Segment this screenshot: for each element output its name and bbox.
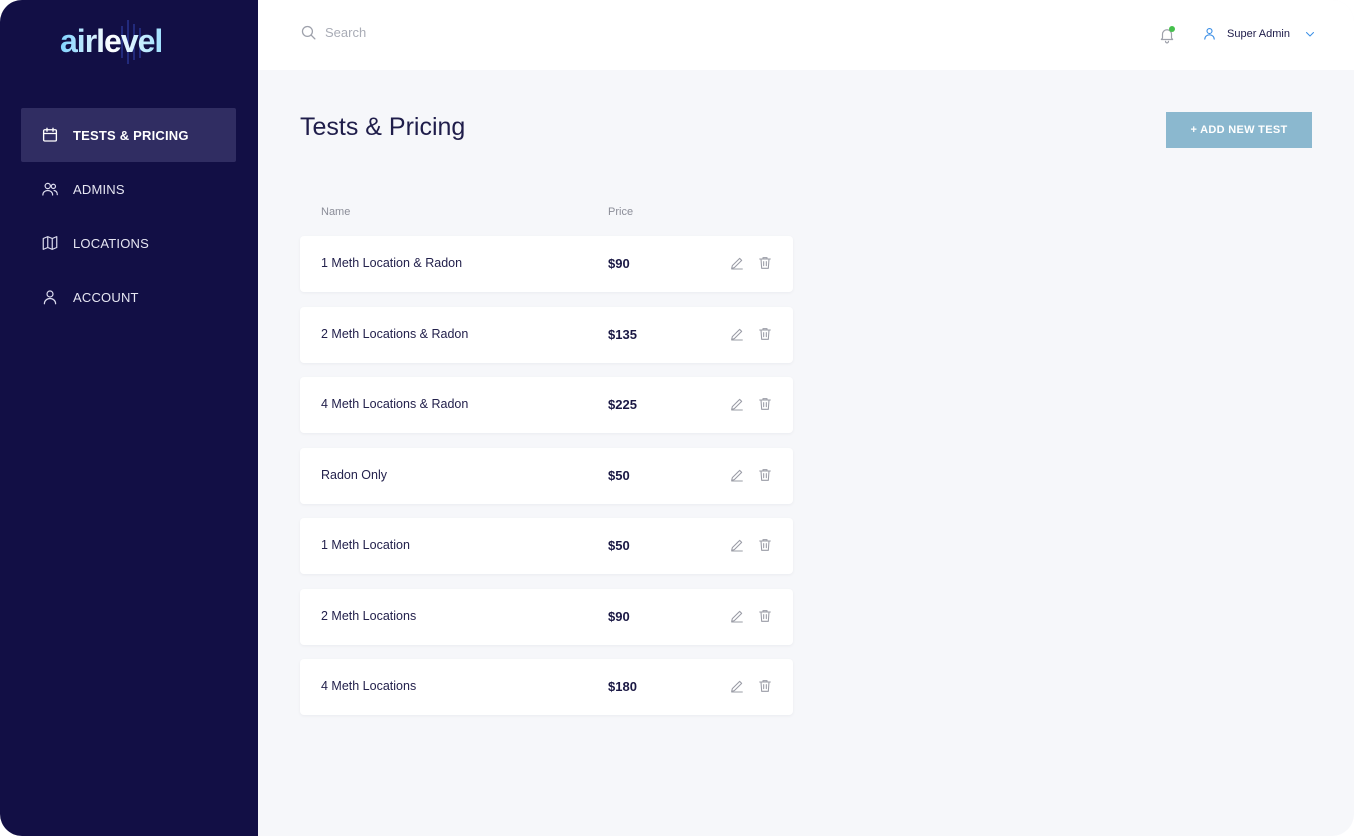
calendar-icon [41, 126, 59, 144]
table-header: Name Price [300, 206, 793, 222]
test-name: 4 Meth Locations [321, 679, 417, 693]
test-price: $90 [608, 608, 630, 624]
search-bar [300, 24, 585, 41]
test-price: $50 [608, 467, 630, 483]
trash-icon[interactable] [757, 396, 773, 412]
tests-table: 1 Meth Location & Radon $90 2 Meth Locat… [300, 236, 793, 730]
edit-icon[interactable] [729, 678, 745, 694]
svg-text:airlevel: airlevel [60, 23, 162, 59]
trash-icon[interactable] [757, 467, 773, 483]
sidebar-item-tests-pricing[interactable]: TESTS & PRICING [21, 108, 236, 162]
sidebar-item-label: ACCOUNT [73, 289, 139, 305]
airlevel-logo[interactable]: airlevel [58, 18, 200, 66]
edit-icon[interactable] [729, 255, 745, 271]
table-row: 1 Meth Location & Radon $90 [300, 236, 793, 292]
sidebar-item-label: TESTS & PRICING [73, 127, 189, 143]
trash-icon[interactable] [757, 537, 773, 553]
edit-icon[interactable] [729, 326, 745, 342]
column-header-price: Price [608, 206, 634, 218]
trash-icon[interactable] [757, 326, 773, 342]
table-row: 4 Meth Locations $180 [300, 659, 793, 715]
sidebar-item-locations[interactable]: LOCATIONS [21, 216, 236, 270]
app-window: airlevel TESTS & PRICING ADMINS LOCATION… [0, 0, 1354, 836]
test-name: 1 Meth Location [321, 538, 410, 552]
trash-icon[interactable] [757, 678, 773, 694]
sidebar-item-admins[interactable]: ADMINS [21, 162, 236, 216]
table-row: 1 Meth Location $50 [300, 518, 793, 574]
sidebar-item-label: ADMINS [73, 181, 125, 197]
notifications-button[interactable] [1158, 26, 1176, 44]
user-icon [41, 288, 59, 306]
search-icon [300, 24, 317, 41]
test-price: $135 [608, 326, 637, 342]
test-price: $225 [608, 397, 637, 412]
test-name: 2 Meth Locations [321, 608, 417, 623]
sidebar-nav: TESTS & PRICING ADMINS LOCATIONS ACCOUNT [21, 108, 236, 324]
sidebar: airlevel TESTS & PRICING ADMINS LOCATION… [0, 0, 258, 836]
edit-icon[interactable] [729, 467, 745, 483]
user-name: Super Admin [1227, 27, 1290, 40]
user-icon [1202, 26, 1217, 41]
table-row: 2 Meth Locations $90 [300, 588, 793, 645]
test-name: 1 Meth Location & Radon [321, 256, 463, 270]
trash-icon[interactable] [757, 608, 773, 624]
sidebar-item-account[interactable]: ACCOUNT [21, 270, 236, 324]
add-new-test-button[interactable]: + ADD NEW TEST [1166, 112, 1312, 148]
page-title: Tests & Pricing [300, 113, 466, 141]
test-name: 4 Meth Locations & Radon [321, 397, 469, 411]
edit-icon[interactable] [729, 537, 745, 553]
table-row: 4 Meth Locations & Radon $225 [300, 377, 793, 433]
sidebar-item-label: LOCATIONS [73, 235, 149, 251]
test-name: Radon Only [321, 467, 388, 482]
map-icon [41, 234, 59, 252]
trash-icon[interactable] [757, 255, 773, 271]
topbar: Super Admin [258, 0, 1354, 70]
user-menu[interactable]: Super Admin [1202, 26, 1316, 41]
test-name: 2 Meth Locations & Radon [321, 326, 469, 341]
edit-icon[interactable] [729, 396, 745, 412]
chevron-down-icon [1304, 28, 1316, 40]
column-header-name: Name [321, 206, 351, 218]
test-price: $90 [608, 256, 630, 271]
table-row: 2 Meth Locations & Radon $135 [300, 306, 793, 363]
test-price: $50 [608, 538, 630, 553]
users-icon [41, 180, 59, 198]
edit-icon[interactable] [729, 608, 745, 624]
test-price: $180 [608, 679, 637, 694]
notification-dot [1169, 26, 1175, 32]
search-input[interactable] [325, 25, 585, 40]
table-row: Radon Only $50 [300, 447, 793, 504]
